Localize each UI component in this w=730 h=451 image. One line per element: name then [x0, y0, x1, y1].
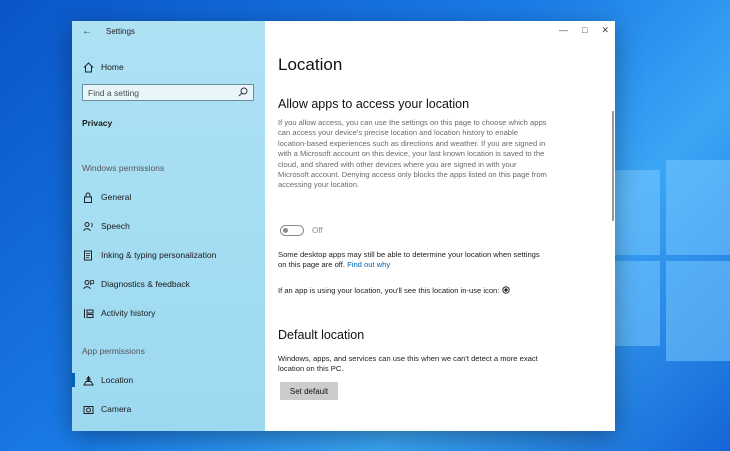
minimize-icon[interactable]: —: [559, 25, 568, 36]
search-icon[interactable]: [238, 84, 248, 102]
default-location-heading: Default location: [278, 328, 365, 342]
sidebar-item-diagnostics[interactable]: Diagnostics & feedback: [82, 278, 190, 290]
find-out-why-link[interactable]: Find out why: [347, 260, 390, 269]
sidebar-item-activity-history[interactable]: Activity history: [82, 307, 155, 319]
main-content: — □ ✕ Location Allow apps to access your…: [265, 21, 615, 431]
sidebar-item-label: Inking & typing personalization: [101, 250, 217, 260]
settings-window: ← Settings Home Privacy Windows permissi…: [72, 21, 615, 431]
location-icon: [82, 374, 94, 386]
sidebar-item-label: Camera: [101, 404, 132, 414]
page-title: Location: [278, 55, 343, 74]
search-box[interactable]: [82, 84, 254, 101]
speech-icon: [82, 220, 94, 232]
sidebar: ← Settings Home Privacy Windows permissi…: [72, 21, 265, 431]
sidebar-item-camera[interactable]: Camera: [82, 403, 131, 415]
set-default-button[interactable]: Set default: [280, 382, 338, 400]
inking-icon: [82, 249, 94, 261]
close-icon[interactable]: ✕: [601, 25, 609, 36]
activity-icon: [82, 307, 94, 319]
category-label: Privacy: [82, 118, 113, 128]
scrollbar[interactable]: [612, 111, 614, 221]
home-icon: [82, 61, 94, 73]
back-arrow-icon[interactable]: ←: [82, 26, 92, 37]
windows-permissions-heading: Windows permissions: [82, 163, 165, 173]
window-title: Settings: [106, 27, 135, 36]
location-toggle[interactable]: [280, 225, 304, 236]
sidebar-item-location[interactable]: Location: [82, 374, 133, 386]
sidebar-item-label: General: [101, 192, 132, 202]
search-input[interactable]: [88, 87, 228, 98]
desktop-apps-note: Some desktop apps may still be able to d…: [278, 250, 548, 271]
default-location-description: Windows, apps, and services can use this…: [278, 354, 538, 374]
toggle-knob: [283, 228, 288, 233]
allow-access-heading: Allow apps to access your location: [278, 97, 470, 111]
location-in-use-icon: [501, 286, 510, 295]
title-bar: ← Settings: [82, 26, 135, 37]
feedback-icon: [82, 278, 94, 290]
category-privacy: Privacy: [82, 118, 112, 128]
sidebar-item-label: Location: [101, 375, 134, 385]
home-label: Home: [101, 62, 124, 72]
sidebar-item-general[interactable]: General: [82, 191, 131, 203]
in-use-icon-note: If an app is using your location, you'll…: [278, 286, 548, 296]
desktop-logo: [600, 160, 730, 370]
sidebar-item-label: Activity history: [101, 308, 156, 318]
lock-icon: [82, 191, 94, 203]
window-controls: — □ ✕: [559, 25, 609, 36]
home-link[interactable]: Home: [82, 61, 124, 73]
sidebar-item-speech[interactable]: Speech: [82, 220, 130, 232]
allow-access-description: If you allow access, you can use the set…: [278, 118, 547, 190]
toggle-state-label: Off: [312, 226, 323, 235]
sidebar-item-label: Diagnostics & feedback: [101, 279, 190, 289]
maximize-icon[interactable]: □: [582, 25, 587, 36]
active-indicator: [72, 373, 75, 387]
sidebar-item-inking[interactable]: Inking & typing personalization: [82, 249, 216, 261]
camera-icon: [82, 403, 94, 415]
in-use-text: If an app is using your location, you'll…: [278, 286, 500, 295]
sidebar-item-label: Speech: [101, 221, 130, 231]
app-permissions-heading: App permissions: [82, 346, 145, 356]
desktop-apps-text: Some desktop apps may still be able to d…: [278, 250, 540, 270]
